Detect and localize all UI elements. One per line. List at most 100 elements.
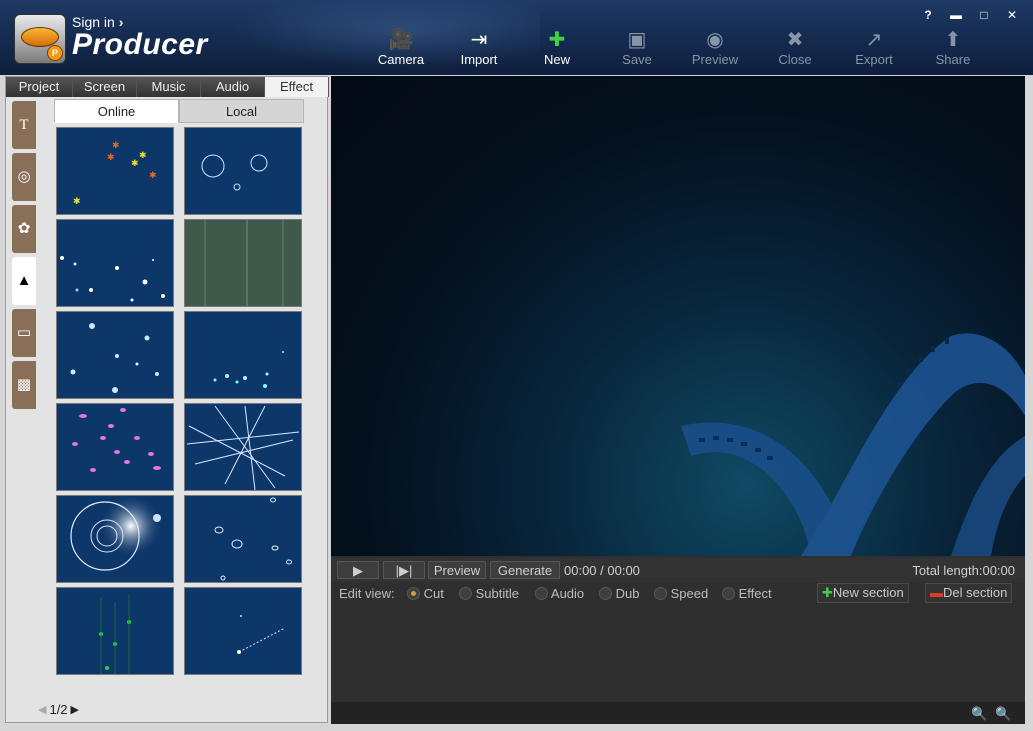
- edit-option-speed[interactable]: Speed: [654, 586, 708, 601]
- edit-option-cut[interactable]: Cut: [407, 586, 444, 601]
- radio-speed[interactable]: [654, 587, 667, 600]
- source-tabs: Online Local: [54, 99, 304, 123]
- camera-button[interactable]: 🎥 Camera: [366, 28, 436, 72]
- frame-icon: ▭: [16, 324, 32, 341]
- save-button[interactable]: ▣ Save: [602, 28, 672, 72]
- preview-toggle-button[interactable]: Preview: [428, 561, 486, 579]
- effect-thumbnail-matrix[interactable]: [56, 587, 174, 675]
- side-tab-frame[interactable]: ▭: [12, 309, 36, 357]
- effect-thumbnail-meteor[interactable]: [184, 587, 302, 675]
- effect-thumbnail-light-rings[interactable]: [56, 495, 174, 583]
- page-indicator: 1/2: [49, 701, 68, 717]
- maximize-button[interactable]: □: [971, 6, 997, 24]
- prev-page-icon[interactable]: ◀: [38, 703, 46, 716]
- svg-text:✱: ✱: [112, 140, 120, 150]
- close-button[interactable]: ✖ Close: [760, 28, 830, 72]
- new-section-button[interactable]: ✚New section: [817, 583, 909, 603]
- time-display: 00:00 / 00:00: [564, 563, 640, 578]
- next-page-icon[interactable]: ▶: [71, 703, 79, 716]
- minimize-button[interactable]: ▬: [943, 6, 969, 24]
- tab-effect[interactable]: Effect: [265, 77, 329, 97]
- side-tab-scene[interactable]: ▲: [12, 257, 36, 305]
- tab-music[interactable]: Music: [137, 77, 201, 97]
- svg-text:✱: ✱: [107, 152, 115, 162]
- side-tab-shapes[interactable]: ◎: [12, 153, 36, 201]
- video-preview: [331, 76, 1025, 556]
- edit-option-audio[interactable]: Audio: [535, 586, 584, 601]
- picture-icon: ▩: [16, 376, 32, 393]
- radio-dub[interactable]: [599, 587, 612, 600]
- new-button[interactable]: ✚ New: [522, 28, 592, 72]
- share-label: Share: [935, 52, 971, 67]
- edit-option-effect[interactable]: Effect: [722, 586, 772, 601]
- panel-tabs: Project Screen Music Audio Effect: [6, 77, 329, 97]
- side-tab-color[interactable]: ✿: [12, 205, 36, 253]
- minus-icon: ▬: [930, 585, 943, 600]
- step-button[interactable]: |▶|: [383, 561, 425, 579]
- playback-bar: ▶ |▶| Preview Generate 00:00 / 00:00 Tot…: [331, 558, 1025, 582]
- tab-online[interactable]: Online: [54, 99, 179, 123]
- close-doc-icon: ✖: [786, 29, 804, 51]
- film-strip-illustration: [681, 333, 1025, 556]
- preview-label: Preview: [691, 52, 739, 67]
- effect-thumbnail-stars[interactable]: ✱ ✱ ✱ ✱ ✱ ✱: [56, 127, 174, 215]
- speed-label: Speed: [670, 586, 709, 601]
- camera-label: Camera: [377, 52, 425, 67]
- title-bar: P Sign in › Producer 🎥 Camera ⇥ Import ✚…: [0, 0, 1033, 75]
- export-button[interactable]: ↗ Export: [839, 28, 909, 72]
- tab-audio[interactable]: Audio: [201, 77, 265, 97]
- effect-thumbnail-light-beams[interactable]: [184, 403, 302, 491]
- save-label: Save: [622, 52, 652, 67]
- save-icon: ▣: [627, 29, 647, 51]
- effect-thumbnail-old-film[interactable]: [184, 219, 302, 307]
- audio-label: Audio: [550, 586, 585, 601]
- effect-thumbnail-rose-petals[interactable]: [184, 495, 302, 583]
- export-label: Export: [855, 52, 893, 67]
- new-icon: ✚: [548, 29, 566, 51]
- effect-thumbnail-sparkles[interactable]: [56, 219, 174, 307]
- app-logo: P: [14, 14, 66, 64]
- import-label: Import: [460, 52, 498, 67]
- tab-screen[interactable]: Screen: [73, 77, 137, 97]
- camera-icon: 🎥: [388, 29, 414, 51]
- radio-audio[interactable]: [535, 587, 548, 600]
- cut-label: Cut: [423, 586, 444, 601]
- generate-button[interactable]: Generate: [490, 561, 560, 579]
- effect-thumbnail-snow[interactable]: [56, 311, 174, 399]
- side-tab-text[interactable]: T: [12, 101, 36, 149]
- close-window-button[interactable]: ✕: [999, 6, 1025, 24]
- edit-option-subtitle[interactable]: Subtitle: [459, 586, 519, 601]
- text-icon: T: [19, 117, 29, 133]
- shapes-icon: ◎: [17, 168, 31, 185]
- effect-thumbnail-petals[interactable]: [56, 403, 174, 491]
- timeline-panel: ▶ |▶| Preview Generate 00:00 / 00:00 Tot…: [331, 556, 1025, 724]
- eye-icon: ◉: [706, 29, 724, 51]
- share-button[interactable]: ⬆ Share: [918, 28, 988, 72]
- help-button[interactable]: ?: [915, 6, 941, 24]
- new-section-label: New section: [832, 585, 904, 600]
- zoom-out-icon[interactable]: 🔍: [995, 706, 1011, 721]
- app-name: Producer: [72, 28, 208, 61]
- effect-thumbnail-fireflies[interactable]: [184, 311, 302, 399]
- edit-option-dub[interactable]: Dub: [599, 586, 639, 601]
- mountain-icon: ▲: [16, 272, 32, 289]
- tab-local[interactable]: Local: [179, 99, 304, 123]
- import-button[interactable]: ⇥ Import: [444, 28, 514, 72]
- svg-text:✱: ✱: [131, 158, 139, 168]
- del-section-label: Del section: [943, 585, 1008, 600]
- radio-subtitle[interactable]: [459, 587, 472, 600]
- effect-thumbnail-bubbles[interactable]: [184, 127, 302, 215]
- plus-icon: ✚: [822, 585, 833, 600]
- radio-cut[interactable]: [407, 587, 420, 600]
- tab-project[interactable]: Project: [6, 77, 73, 97]
- total-length: Total length:00:00: [912, 563, 1015, 578]
- timeline-status-bar: 🔍 🔍: [331, 702, 1025, 724]
- zoom-in-icon[interactable]: 🔍: [971, 706, 987, 721]
- preview-button[interactable]: ◉ Preview: [680, 28, 750, 72]
- side-tab-picture[interactable]: ▩: [12, 361, 36, 409]
- radio-effect[interactable]: [722, 587, 735, 600]
- del-section-button[interactable]: ▬Del section: [925, 583, 1013, 603]
- play-button[interactable]: ▶: [337, 561, 379, 579]
- edit-view-options: Edit view: Cut Subtitle Audio Dub Speed …: [331, 583, 1025, 605]
- logo-lens: [21, 27, 59, 47]
